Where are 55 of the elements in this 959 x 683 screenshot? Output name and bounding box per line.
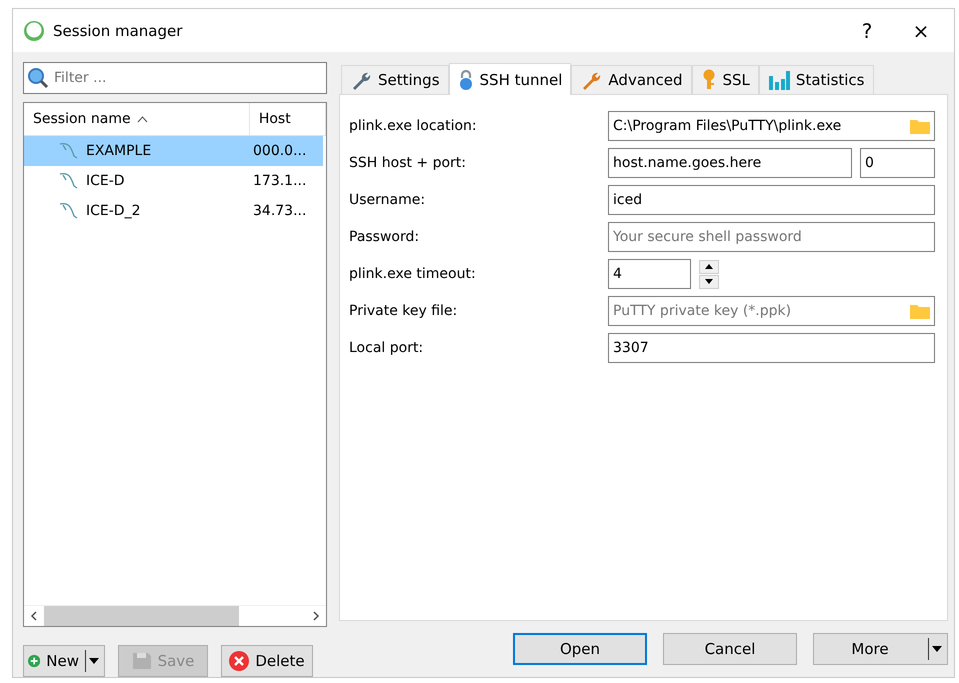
window-title: Session manager xyxy=(53,22,184,40)
session-host: 34.73... xyxy=(252,203,306,219)
tab[interactable]: Statistics xyxy=(758,65,874,94)
text-field[interactable]: iced xyxy=(608,185,935,215)
text-field[interactable]: 3307 xyxy=(608,333,935,363)
floppy-icon xyxy=(132,652,152,670)
field-label: Username: xyxy=(349,192,426,208)
session-name: ICE-D xyxy=(86,173,125,189)
new-button[interactable]: New xyxy=(23,645,105,677)
app-logo-icon xyxy=(23,20,45,42)
down-arrow-icon xyxy=(705,279,713,284)
tab[interactable]: Settings xyxy=(341,65,449,94)
field-label: Local port: xyxy=(349,340,424,356)
timeout-field[interactable]: 4 xyxy=(608,259,691,289)
close-button[interactable]: × xyxy=(898,10,944,50)
caret-icon xyxy=(88,657,100,665)
caret-icon xyxy=(931,645,943,653)
session-name: EXAMPLE xyxy=(86,143,152,159)
delete-icon xyxy=(229,651,250,671)
tab[interactable]: Advanced xyxy=(571,65,692,94)
key-icon xyxy=(700,69,717,91)
field-label: plink.exe timeout: xyxy=(349,266,477,282)
session-row[interactable]: EXAMPLE 000.0... xyxy=(24,136,323,166)
bar-chart-icon xyxy=(768,70,790,90)
filter-field[interactable]: Filter ... xyxy=(23,62,327,94)
host-field[interactable]: host.name.goes.here xyxy=(608,148,852,178)
delete-button[interactable]: Delete xyxy=(221,645,313,677)
more-button[interactable]: More xyxy=(813,633,948,665)
field-label: plink.exe location: xyxy=(349,118,478,134)
text-field[interactable]: Your secure shell password xyxy=(608,222,935,252)
spin-up-button[interactable] xyxy=(699,260,719,274)
port-field[interactable]: 0 xyxy=(860,148,935,178)
field-label: Private key file: xyxy=(349,303,458,319)
session-host: 173.1... xyxy=(252,173,306,189)
file-field[interactable]: PuTTY private key (*.ppk) xyxy=(608,296,935,326)
search-icon xyxy=(27,67,49,89)
session-row[interactable]: ICE-D_2 34.73... xyxy=(24,196,323,226)
session-row[interactable]: ICE-D 173.1... xyxy=(24,166,323,196)
field-label: SSH host + port: xyxy=(349,155,468,171)
column-header[interactable]: Host xyxy=(250,103,326,135)
up-arrow-icon xyxy=(705,264,713,269)
cancel-button[interactable]: Cancel xyxy=(663,633,797,665)
tab[interactable]: SSL xyxy=(692,65,759,94)
tab[interactable]: SSH tunnel xyxy=(448,63,572,95)
session-name: ICE-D_2 xyxy=(86,203,140,219)
field-label: Password: xyxy=(349,229,420,245)
horizontal-scrollbar[interactable] xyxy=(24,605,326,626)
session-host: 000.0... xyxy=(252,143,306,159)
file-field[interactable]: C:\Program Files\PuTTY\plink.exe xyxy=(608,111,935,141)
spin-down-button[interactable] xyxy=(699,274,719,288)
column-header[interactable]: Session name xyxy=(24,103,250,135)
plus-icon xyxy=(28,652,40,670)
help-button[interactable]: ? xyxy=(844,10,890,50)
padlock-icon xyxy=(458,68,474,90)
open-button[interactable]: Open xyxy=(513,633,647,665)
